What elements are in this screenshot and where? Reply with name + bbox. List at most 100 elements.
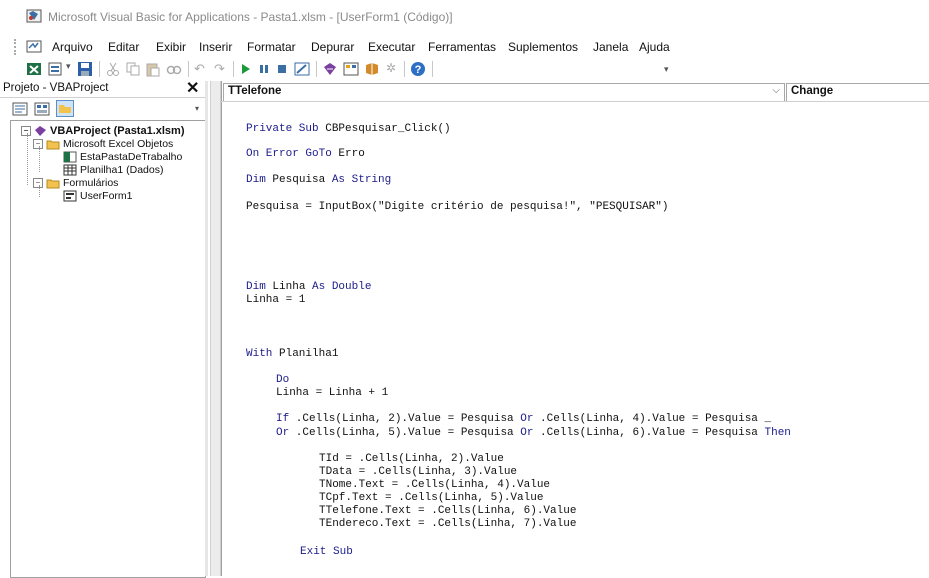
code-line[interactable]: TId = .Cells(Linha, 2).Value <box>319 453 504 465</box>
run-icon[interactable] <box>240 61 252 77</box>
view-code-icon[interactable] <box>12 102 28 116</box>
vba-app-icon <box>26 9 42 23</box>
code-line[interactable]: TData = .Cells(Linha, 3).Value <box>319 466 517 478</box>
toolbar-separator <box>99 61 100 77</box>
toggle-folders-icon[interactable] <box>56 100 74 117</box>
tree-node-workbook[interactable]: EstaPastaDeTrabalho <box>63 151 182 163</box>
svg-text:?: ? <box>415 64 422 76</box>
menu-ajuda[interactable]: Ajuda <box>639 40 670 54</box>
toolbar-separator <box>404 61 405 77</box>
tree-node-forms[interactable]: − Formulários <box>33 177 118 189</box>
help-icon[interactable]: ? <box>410 61 426 77</box>
code-line[interactable]: TCpf.Text = .Cells(Linha, 5).Value <box>319 492 543 504</box>
tree-label: Formulários <box>63 177 119 189</box>
toolbox-icon[interactable]: ✲ <box>386 61 396 77</box>
standard-toolbar: ▾ ↶ ↷ ✲ ? ▾ <box>0 58 929 80</box>
save-icon[interactable] <box>77 61 93 77</box>
menu-suplementos[interactable]: Suplementos <box>508 40 578 54</box>
window-title: Microsoft Visual Basic for Applications … <box>48 10 453 24</box>
cut-icon[interactable] <box>106 61 120 77</box>
menu-executar[interactable]: Executar <box>368 40 415 54</box>
tree-connector <box>39 146 41 172</box>
design-mode-icon[interactable] <box>294 61 310 77</box>
toolbar-separator <box>316 61 317 77</box>
project-explorer-icon[interactable] <box>322 61 338 77</box>
tree-node-userform1[interactable]: UserForm1 <box>63 190 133 202</box>
object-combobox[interactable]: TTelefone ⌵ <box>223 83 785 102</box>
paste-icon[interactable] <box>146 61 160 77</box>
tree-label: UserForm1 <box>80 190 133 202</box>
dropdown-arrow-icon[interactable]: ▾ <box>66 61 71 77</box>
tree-connector <box>27 133 29 185</box>
menu-formatar[interactable]: Formatar <box>247 40 296 54</box>
object-browser-icon[interactable] <box>364 61 380 77</box>
code-line[interactable]: TTelefone.Text = .Cells(Linha, 6).Value <box>319 505 576 517</box>
toolbar-separator <box>188 61 189 77</box>
close-icon[interactable]: ✕ <box>186 81 199 97</box>
reset-icon[interactable] <box>276 61 288 77</box>
pane-splitter[interactable] <box>205 81 208 576</box>
toolbar-options-icon[interactable]: ▾ <box>195 104 199 113</box>
code-line[interactable]: Exit Sub <box>300 546 353 558</box>
undo-icon[interactable]: ↶ <box>194 61 205 77</box>
menu-editar[interactable]: Editar <box>108 40 139 54</box>
collapse-icon[interactable]: − <box>33 139 43 150</box>
code-line[interactable]: Linha = Linha + 1 <box>276 387 388 399</box>
code-line[interactable]: If .Cells(Linha, 2).Value = Pesquisa Or … <box>276 413 771 425</box>
code-line[interactable]: Do <box>276 374 289 386</box>
form-window-icon[interactable] <box>26 40 42 53</box>
title-bar: Microsoft Visual Basic for Applications … <box>0 0 929 33</box>
menu-arquivo[interactable]: Arquivo <box>52 40 93 54</box>
menu-depurar[interactable]: Depurar <box>311 40 354 54</box>
object-combobox-value: TTelefone <box>228 85 282 97</box>
collapse-icon[interactable]: − <box>33 178 43 189</box>
code-line[interactable]: Or .Cells(Linha, 5).Value = Pesquisa Or … <box>276 427 791 439</box>
menu-bar: Arquivo Editar Exibir Inserir Formatar D… <box>0 37 929 57</box>
code-line[interactable]: TNome.Text = .Cells(Linha, 4).Value <box>319 479 550 491</box>
procedure-combobox[interactable]: Change <box>786 83 929 102</box>
view-object-icon[interactable] <box>34 102 50 116</box>
find-icon[interactable] <box>166 61 182 77</box>
collapse-icon[interactable]: − <box>21 126 31 137</box>
menu-exibir[interactable]: Exibir <box>156 40 186 54</box>
menu-inserir[interactable]: Inserir <box>199 40 232 54</box>
tree-node-excel-objects[interactable]: − Microsoft Excel Objetos <box>33 138 173 150</box>
code-line[interactable]: Dim Linha As Double <box>246 281 371 293</box>
tree-node-sheet1[interactable]: Planilha1 (Dados) <box>63 164 163 176</box>
chevron-down-icon[interactable]: ⌵ <box>772 85 780 96</box>
project-explorer-toolbar: ▾ <box>0 98 205 120</box>
code-line[interactable]: On Error GoTo Erro <box>246 148 365 160</box>
menu-grip[interactable] <box>14 39 18 55</box>
redo-icon[interactable]: ↷ <box>214 61 225 77</box>
project-explorer-titlebar: Projeto - VBAProject ✕ <box>0 81 205 98</box>
folder-icon <box>46 140 60 150</box>
vbaproject-icon <box>35 126 46 137</box>
copy-icon[interactable] <box>126 61 140 77</box>
insert-userform-icon[interactable] <box>48 61 64 77</box>
code-line[interactable]: Dim Pesquisa As String <box>246 174 391 186</box>
toolbar-separator <box>432 61 433 77</box>
code-window-margin-bar <box>210 81 221 576</box>
worksheet-icon <box>63 164 77 176</box>
code-header-divider <box>221 101 929 102</box>
tree-label: Microsoft Excel Objetos <box>63 138 174 150</box>
project-explorer-title: Projeto - VBAProject <box>3 82 109 94</box>
pause-icon[interactable] <box>258 61 270 77</box>
code-line[interactable]: Private Sub CBPesquisar_Click() <box>246 123 451 135</box>
userform-icon <box>63 190 77 202</box>
project-tree: − VBAProject (Pasta1.xlsm) − Microsoft Exc… <box>10 120 206 578</box>
menu-ferramentas[interactable]: Ferramentas <box>428 40 496 54</box>
code-line[interactable]: Linha = 1 <box>246 294 305 306</box>
toolbar-separator <box>233 61 234 77</box>
code-line[interactable]: TEndereco.Text = .Cells(Linha, 7).Value <box>319 518 576 530</box>
code-line[interactable]: Pesquisa = InputBox("Digite critério de … <box>246 201 668 213</box>
tree-node-vbaproject[interactable]: − VBAProject (Pasta1.xlsm) <box>21 125 185 137</box>
excel-view-icon[interactable] <box>26 61 42 77</box>
tree-connector <box>39 185 41 197</box>
menu-janela[interactable]: Janela <box>593 40 628 54</box>
excel-sheet-icon <box>63 151 77 163</box>
properties-window-icon[interactable] <box>343 61 359 77</box>
tree-label: Planilha1 (Dados) <box>80 164 164 176</box>
toolbar-options-icon[interactable]: ▾ <box>664 64 669 80</box>
code-line[interactable]: With Planilha1 <box>246 348 338 360</box>
